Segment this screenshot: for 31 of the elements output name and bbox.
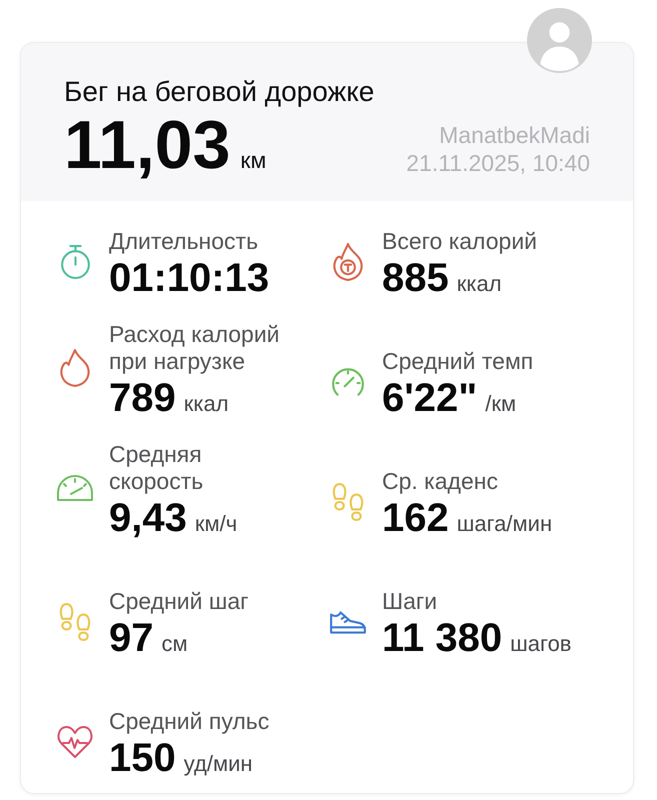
stat-unit: км/ч bbox=[194, 511, 238, 537]
stat-value: 11 380 bbox=[382, 615, 502, 661]
stat-unit: ккал bbox=[184, 391, 229, 417]
user-name: ManatbekMadi bbox=[439, 121, 590, 149]
workout-datetime: 21.11.2025, 10:40 bbox=[406, 149, 590, 177]
stat-value: 150 bbox=[109, 735, 176, 781]
stat-value: 9,43 bbox=[109, 495, 187, 541]
stat-unit: см bbox=[162, 631, 188, 657]
distance-value: 11,03 bbox=[64, 109, 230, 181]
stat-unit: ккал bbox=[456, 271, 502, 297]
stat-label: Ср. каденс bbox=[382, 468, 499, 495]
stat-value: 97 bbox=[109, 615, 154, 661]
distance-unit: км bbox=[240, 147, 266, 174]
stat-unit: шагов bbox=[510, 631, 572, 657]
stat-label: Всего калорий bbox=[382, 228, 538, 255]
stat-label: Расход калорий при нагрузке bbox=[109, 321, 281, 375]
stat-unit: /км bbox=[485, 391, 516, 417]
stat-label: Шаги bbox=[382, 588, 438, 615]
stat-value: 6'22" bbox=[382, 375, 478, 421]
stat-value: 789 bbox=[109, 375, 176, 421]
stat-label: Средний темп bbox=[382, 348, 534, 375]
stat-label: Средний пульс bbox=[109, 708, 270, 735]
stat-label: Длительность bbox=[109, 228, 260, 255]
stat-value: 01:10:13 bbox=[109, 255, 270, 301]
stat-label: Средняя скорость bbox=[109, 441, 204, 495]
stat-value: 162 bbox=[382, 495, 449, 541]
stat-unit: шага/мин bbox=[456, 511, 552, 537]
stat-label: Средний шаг bbox=[109, 588, 249, 615]
stat-value: 885 bbox=[382, 255, 449, 301]
stat-unit: уд/мин bbox=[184, 751, 253, 777]
workout-title: Бег на беговой дорожке bbox=[64, 75, 376, 109]
